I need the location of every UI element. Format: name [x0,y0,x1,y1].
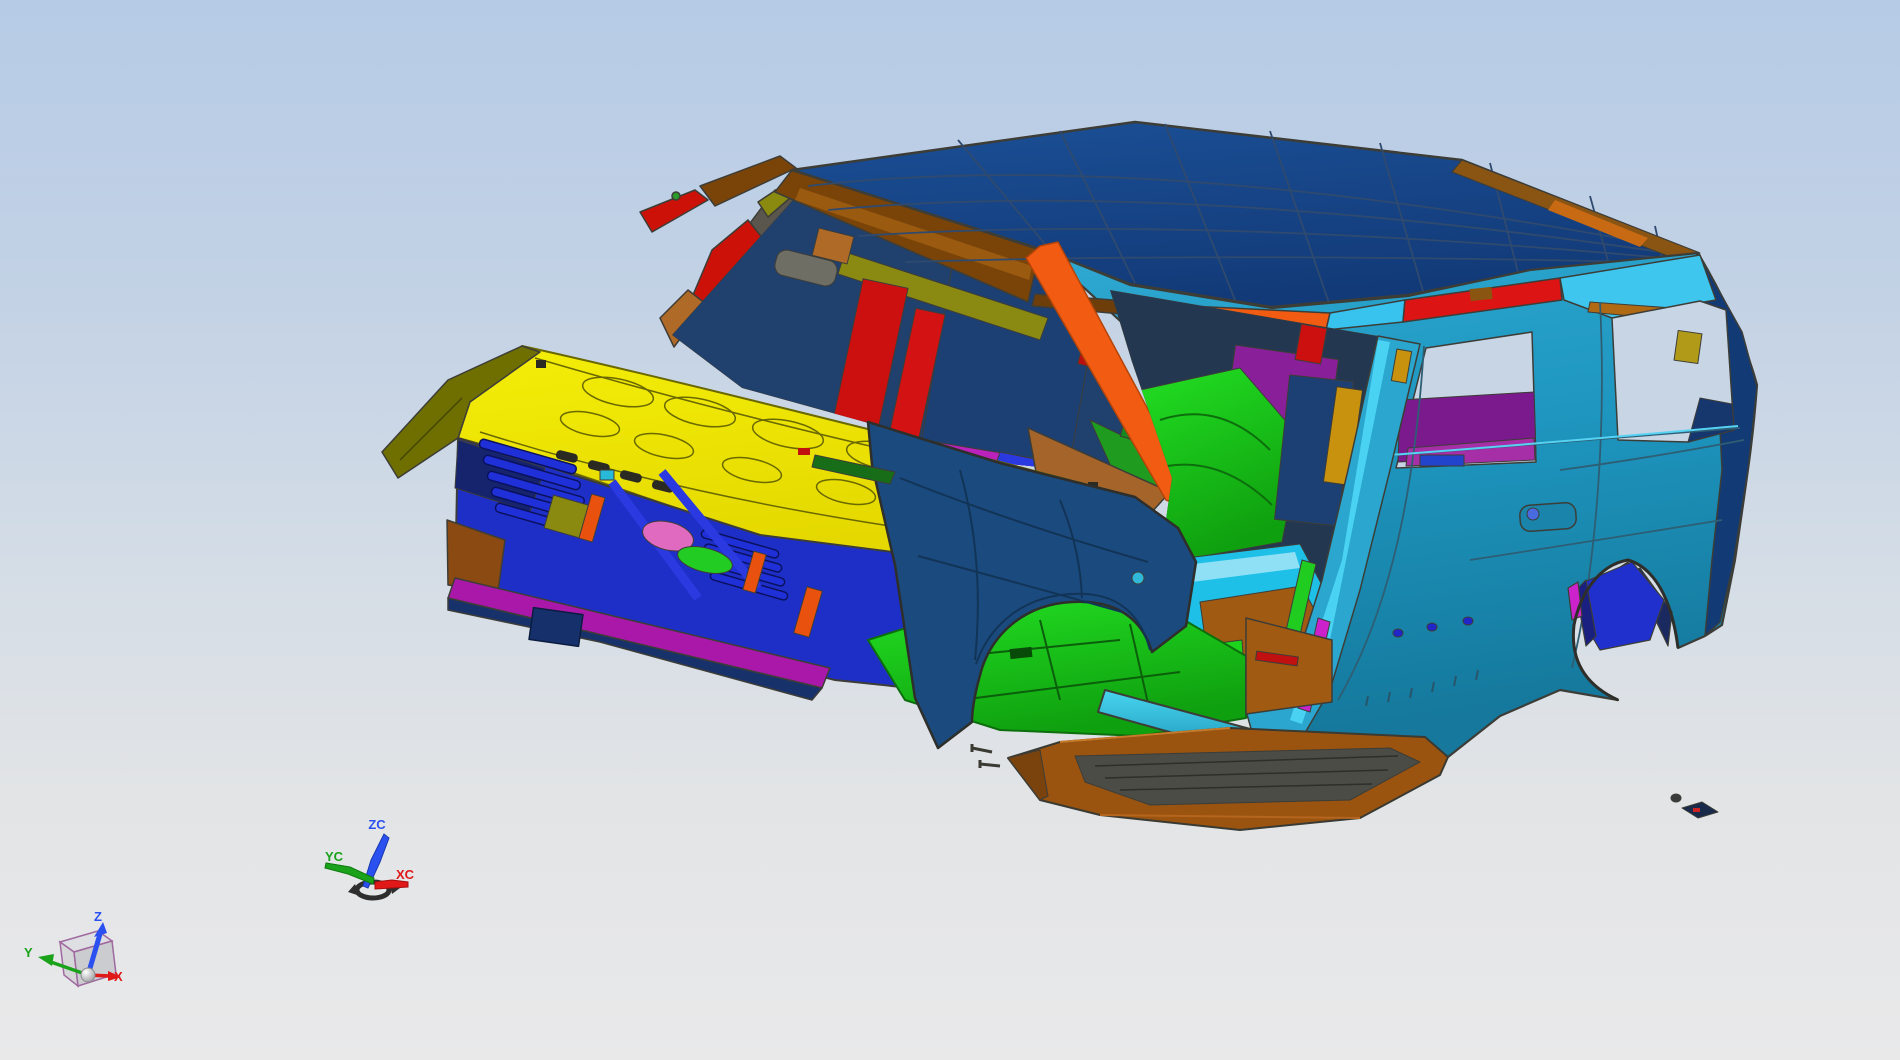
quarter-window[interactable] [1611,300,1735,443]
bumper-lower-box[interactable] [528,606,584,648]
running-board[interactable] [970,727,1449,831]
world-z-label: Z [94,909,102,924]
wcs-x-label: XC [396,867,415,882]
world-y-label: Y [24,945,33,960]
cad-viewport-background: ZC YC XC Z Y X [0,0,1900,1060]
debris-fragment[interactable] [1670,793,1719,819]
wcs-z-label: ZC [368,817,386,832]
wcs-y-label: YC [325,849,344,864]
cad-3d-view[interactable]: ZC YC XC Z Y X [0,0,1900,1060]
wcs-triad[interactable]: ZC YC XC [324,817,415,901]
world-triad-origin[interactable] [80,967,96,983]
rocker-pins [970,744,1001,768]
world-x-label: X [114,969,123,984]
car-body-model[interactable] [381,120,1759,831]
world-triad[interactable]: Z Y X [24,909,123,988]
